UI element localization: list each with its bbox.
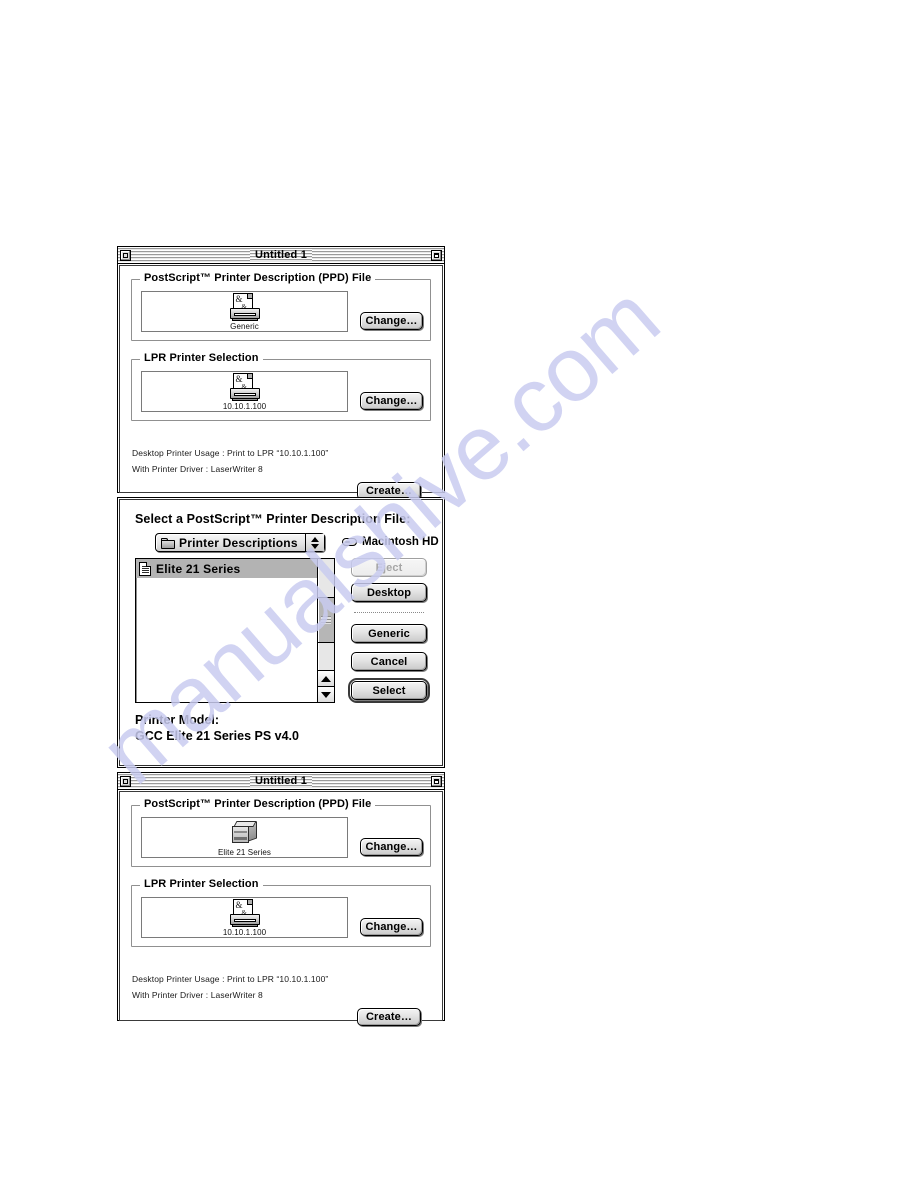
volume-label: Macintosh HD [342, 536, 439, 548]
driver-line-top: With Printer Driver : LaserWriter 8 [132, 464, 263, 474]
ppd-file-icon: & & [229, 292, 260, 321]
dialog-heading: Select a PostScript™ Printer Description… [135, 512, 411, 526]
scrollbar-grip-icon [321, 616, 331, 624]
ppd-group-top: PostScript™ Printer Description (PPD) Fi… [131, 272, 431, 341]
lpr-icon-label-bottom: 10.10.1.100 [222, 927, 267, 937]
desktop-printer-window-top: Untitled 1 PostScript™ Printer Descripti… [117, 246, 445, 500]
printer-model-value: GCC Elite 21 Series PS v4.0 [135, 729, 299, 743]
ppd-icon-well-bottom[interactable]: Elite 21 Series [141, 817, 348, 858]
lpr-icon-well-top[interactable]: & & 10.10.1.100 [141, 371, 348, 412]
file-list-rows: Elite 21 Series [136, 559, 317, 702]
desktop-printer-window-bottom: Untitled 1 PostScript™ Printer Descripti… [117, 772, 445, 1026]
directory-popup-label: Printer Descriptions [179, 535, 298, 550]
scrollbar-track-lower[interactable] [318, 643, 334, 670]
ppd-file-icon: & & [229, 898, 260, 927]
lpr-group-bottom: LPR Printer Selection & & 10.10.1.100 Cha… [131, 878, 431, 947]
folder-icon [161, 537, 175, 549]
laser-printer-icon [230, 819, 260, 847]
cancel-button[interactable]: Cancel [351, 652, 427, 671]
ppd-icon-label-top: Generic [230, 321, 259, 331]
lpr-change-button-top[interactable]: Change… [360, 392, 423, 410]
ppd-change-button-top[interactable]: Change… [360, 312, 423, 330]
select-ppd-dialog-body: Select a PostScript™ Printer Description… [119, 499, 443, 766]
lpr-group-title-top: LPR Printer Selection [140, 352, 263, 364]
ppd-icon-label-bottom: Elite 21 Series [217, 847, 272, 857]
lpr-group-title-bottom: LPR Printer Selection [140, 878, 263, 890]
ppd-file-icon: & & [229, 372, 260, 401]
list-item-label: Elite 21 Series [156, 561, 241, 576]
window-body-top: PostScript™ Printer Description (PPD) Fi… [119, 265, 443, 500]
directory-popup-menu[interactable]: Printer Descriptions [155, 533, 325, 552]
scroll-up-arrow-icon[interactable] [318, 670, 334, 686]
titlebar-top[interactable]: Untitled 1 [118, 247, 444, 264]
ppd-group-title-bottom: PostScript™ Printer Description (PPD) Fi… [140, 798, 376, 810]
scrollbar-thumb[interactable] [318, 597, 334, 643]
ppd-icon-well-top[interactable]: & & Generic [141, 291, 348, 332]
printer-model-label: Printer Model: [135, 713, 220, 727]
disk-icon [342, 538, 357, 546]
chevron-updown-icon [305, 534, 324, 551]
create-button-bottom[interactable]: Create… [357, 1008, 421, 1026]
file-list-scrollbar[interactable] [317, 559, 334, 702]
button-group-divider [354, 612, 424, 613]
desktop-button[interactable]: Desktop [351, 583, 427, 602]
lpr-icon-label-top: 10.10.1.100 [222, 401, 267, 411]
usage-line-bottom: Desktop Printer Usage : Print to LPR “10… [132, 974, 329, 984]
list-item[interactable]: Elite 21 Series [136, 559, 317, 578]
window-title-top: Untitled 1 [118, 247, 444, 264]
window-body-bottom: PostScript™ Printer Description (PPD) Fi… [119, 791, 443, 1026]
ppd-change-button-bottom[interactable]: Change… [360, 838, 423, 856]
usage-line-top: Desktop Printer Usage : Print to LPR “10… [132, 448, 329, 458]
scroll-down-arrow-icon[interactable] [318, 686, 334, 702]
driver-line-bottom: With Printer Driver : LaserWriter 8 [132, 990, 263, 1000]
window-title-bottom: Untitled 1 [118, 773, 444, 790]
volume-name: Macintosh HD [362, 536, 439, 548]
lpr-icon-well-bottom[interactable]: & & 10.10.1.100 [141, 897, 348, 938]
lpr-group-top: LPR Printer Selection & & 10.10.1.100 Cha… [131, 352, 431, 421]
generic-button[interactable]: Generic [351, 624, 427, 643]
select-button[interactable]: Select [348, 678, 430, 703]
ppd-group-title-top: PostScript™ Printer Description (PPD) Fi… [140, 272, 376, 284]
scrollbar-track-upper[interactable] [318, 559, 334, 597]
ppd-document-icon [139, 561, 151, 576]
eject-button[interactable]: Eject [351, 558, 427, 577]
file-list[interactable]: Elite 21 Series [135, 558, 335, 703]
select-ppd-dialog: Select a PostScript™ Printer Description… [117, 497, 445, 768]
lpr-change-button-bottom[interactable]: Change… [360, 918, 423, 936]
titlebar-bottom[interactable]: Untitled 1 [118, 773, 444, 790]
ppd-group-bottom: PostScript™ Printer Description (PPD) Fi… [131, 798, 431, 867]
